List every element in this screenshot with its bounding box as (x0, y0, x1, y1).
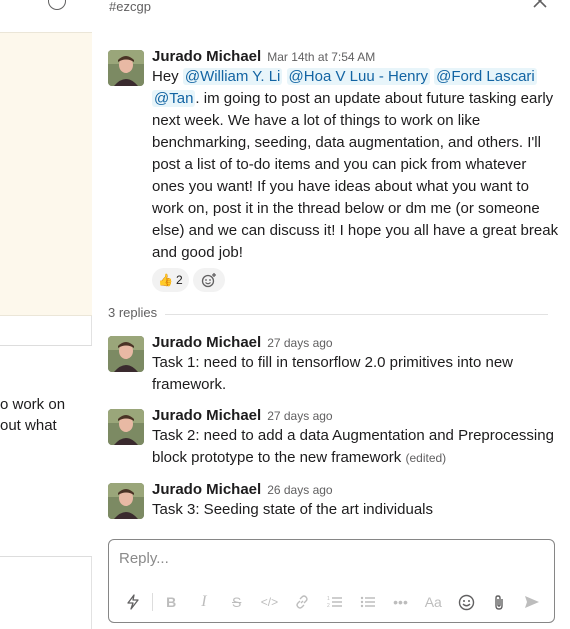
lightning-icon[interactable] (117, 590, 150, 614)
thread-panel: #ezcgp Jurado Michael Mar 14th at 7:54 AM… (92, 0, 570, 629)
reactions-bar: 👍 2 (152, 268, 560, 292)
replies-divider: 3 replies (108, 305, 548, 323)
mention[interactable]: @William Y. Li (182, 68, 283, 85)
ordered-list-icon[interactable]: 12 (319, 590, 352, 614)
more-icon[interactable]: ••• (384, 590, 417, 614)
avatar-image (108, 409, 144, 445)
edited-label: (edited) (405, 451, 447, 465)
truncated-line: out what (0, 417, 57, 434)
message-body: . im going to post an update about futur… (152, 90, 559, 261)
reply-text: Task 3: Seeding state of the art individ… (152, 501, 434, 518)
timestamp[interactable]: 27 days ago (267, 336, 332, 350)
avatar-image (108, 50, 144, 86)
reply-text: Task 2: need to add a data Augmentation … (152, 427, 554, 466)
text-format-icon[interactable]: Aa (417, 590, 450, 614)
mention[interactable]: @Ford Lascari (434, 68, 537, 85)
link-icon[interactable] (286, 590, 319, 614)
channel-tag[interactable]: #ezcgp (109, 0, 151, 14)
italic-icon[interactable]: I (188, 590, 221, 614)
thumbs-up-icon: 👍 (158, 273, 173, 287)
bold-icon[interactable]: B (155, 590, 188, 614)
author-name[interactable]: Jurado Michael (152, 481, 261, 498)
channel-panel: o work on out what (0, 0, 92, 629)
author-name[interactable]: Jurado Michael (152, 407, 261, 424)
divider-line (160, 314, 548, 315)
avatar-image (108, 336, 144, 372)
emoji-icon[interactable] (450, 590, 483, 614)
reaction-thumbs-up[interactable]: 👍 2 (152, 268, 189, 292)
strikethrough-icon[interactable]: S (220, 590, 253, 614)
truncated-line: o work on (0, 396, 66, 413)
add-reaction-icon (201, 273, 216, 288)
timestamp[interactable]: 27 days ago (267, 409, 332, 423)
svg-text:1: 1 (327, 596, 330, 602)
truncated-message-text: o work on out what (0, 394, 92, 436)
greeting: Hey (152, 68, 183, 85)
avatar[interactable] (108, 483, 144, 519)
mention[interactable]: @Hoa V Luu - Henry (286, 68, 430, 85)
message-text: Task 3: Seeding state of the art individ… (152, 499, 560, 521)
avatar[interactable] (108, 336, 144, 372)
svg-text:2: 2 (327, 603, 330, 609)
reaction-count: 2 (175, 273, 183, 287)
bulleted-list-icon[interactable] (351, 590, 384, 614)
message-text: Hey @William Y. Li @Hoa V Luu - Henry @F… (152, 66, 560, 264)
message-card (0, 345, 92, 557)
toolbar-divider (151, 593, 153, 611)
reply-text: Task 1: need to fill in tensorflow 2.0 p… (152, 354, 514, 393)
replies-count: 3 replies (108, 305, 166, 320)
channel-header (0, 0, 92, 32)
code-icon[interactable]: </> (253, 590, 286, 614)
message-text: Task 2: need to add a data Augmentation … (152, 425, 560, 469)
send-icon[interactable] (515, 590, 548, 614)
mention[interactable]: @Tan (152, 90, 196, 107)
timestamp[interactable]: 26 days ago (267, 483, 332, 497)
avatar-image (108, 483, 144, 519)
reply-composer: B I S </> 12 ••• Aa (108, 539, 555, 623)
timestamp[interactable]: Mar 14th at 7:54 AM (267, 50, 375, 64)
reply-input[interactable] (119, 550, 539, 574)
author-name[interactable]: Jurado Michael (152, 48, 261, 65)
close-icon[interactable] (533, 0, 547, 8)
info-icon[interactable] (48, 0, 66, 10)
attachment-icon[interactable] (482, 590, 515, 614)
message-text: Task 1: need to fill in tensorflow 2.0 p… (152, 352, 560, 396)
author-name[interactable]: Jurado Michael (152, 334, 261, 351)
highlighted-message[interactable] (0, 32, 92, 316)
add-reaction-button[interactable] (192, 268, 225, 292)
avatar[interactable] (108, 409, 144, 445)
avatar[interactable] (108, 50, 144, 86)
formatting-toolbar: B I S </> 12 ••• Aa (117, 590, 548, 614)
